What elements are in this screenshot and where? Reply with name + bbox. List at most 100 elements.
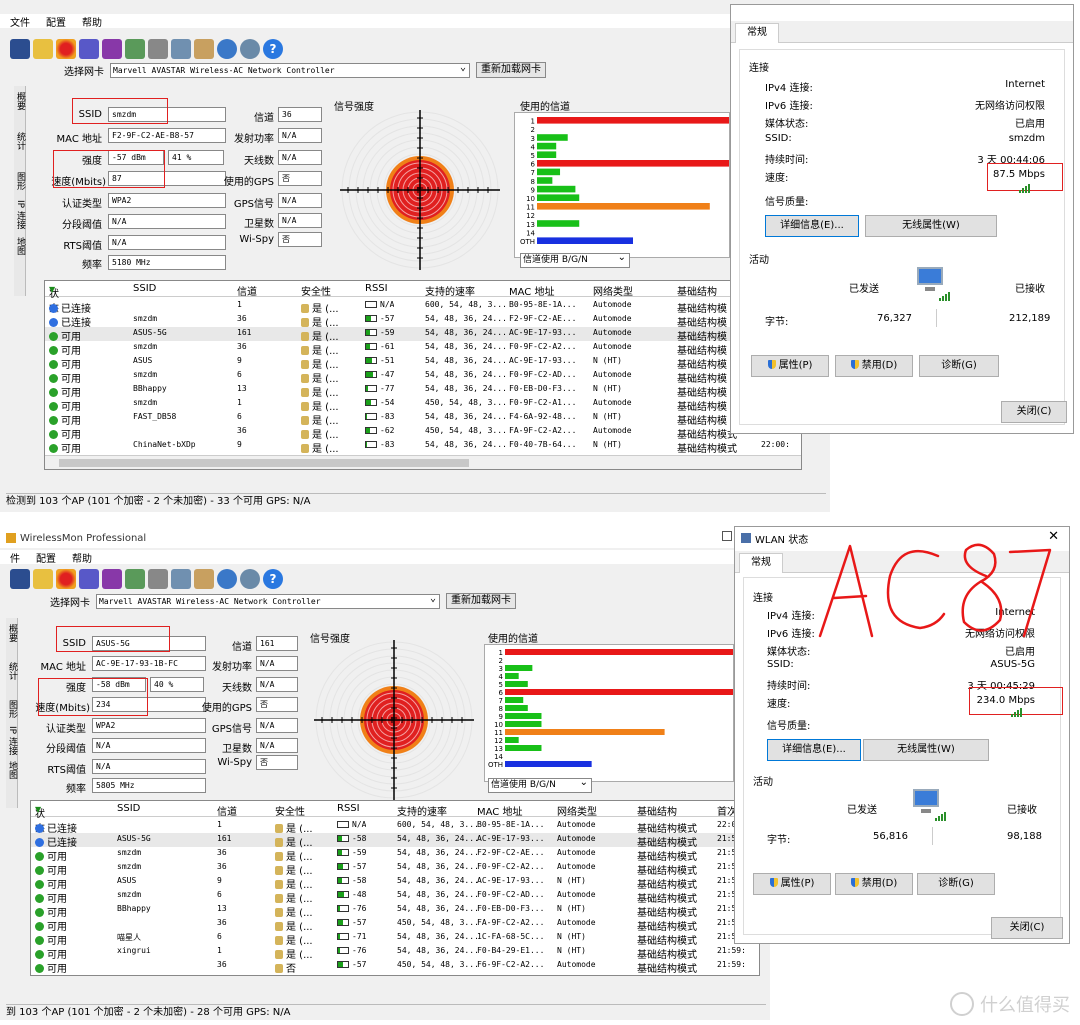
ap-row[interactable]: 已连接 1 是 (... N/A 600, 54, 48, 3... B0-95-8E-1… [45, 299, 801, 315]
diagnose-button[interactable]: 诊断(G) [917, 873, 995, 895]
globe-icon[interactable] [217, 569, 237, 589]
side-tab-summary[interactable]: 概要 [6, 624, 19, 642]
save-icon[interactable] [10, 39, 30, 59]
side-tab-map[interactable]: 地图 [14, 237, 27, 255]
record-icon[interactable] [56, 39, 76, 59]
col-rates[interactable]: 支持的速率 [397, 803, 447, 818]
globe2-icon[interactable] [240, 39, 260, 59]
col-infra[interactable]: 基础结构 [677, 283, 717, 298]
ap-row[interactable]: 可用 BBhappy 13 是 (... -77 54, 48, 36, 24... F0-… [45, 383, 801, 399]
ap-row[interactable]: 可用 FAST_DB58 6 是 (... -83 54, 48, 36, 24... F4… [45, 411, 801, 427]
ap-row[interactable]: 可用 ASUS 9 是 (... -58 54, 48, 36, 24... AC-9E-1… [31, 875, 759, 891]
record-icon[interactable] [56, 569, 76, 589]
help-icon[interactable]: ? [263, 569, 283, 589]
col-channel[interactable]: 信道 [237, 283, 257, 298]
disable-button[interactable]: 禁用(D) [835, 873, 913, 895]
ap-row[interactable]: 可用 ASUS-5G 161 是 (... -59 54, 48, 36, 24... AC… [45, 327, 801, 343]
export-icon[interactable] [125, 39, 145, 59]
ap-row[interactable]: 可用 ASUS 9 是 (... -51 54, 48, 36, 24... AC-9E-1… [45, 355, 801, 371]
maximize-icon[interactable] [722, 531, 732, 541]
reload-nic-button[interactable]: 重新加载网卡 [446, 593, 516, 609]
ap-row[interactable]: 可用 smzdm 6 是 (... -47 54, 48, 36, 24... F0-9F-… [45, 369, 801, 385]
menu-help[interactable]: 帮助 [82, 14, 102, 29]
wireless-properties-button[interactable]: 无线属性(W) [865, 215, 997, 237]
tab-general[interactable]: 常规 [739, 553, 783, 573]
col-mac[interactable]: MAC 地址 [509, 283, 554, 298]
nic-select[interactable]: Marvell AVASTAR Wireless-AC Network Cont… [110, 61, 470, 78]
col-infra[interactable]: 基础结构 [637, 803, 677, 818]
clipboard-icon[interactable] [194, 39, 214, 59]
col-rssi[interactable]: RSSI [365, 283, 388, 294]
col-security[interactable]: 安全性 [275, 803, 305, 818]
ap-row[interactable]: 可用 smzdm 6 是 (... -48 54, 48, 36, 24... F0-9F-… [31, 889, 759, 905]
col-rssi[interactable]: RSSI [337, 803, 360, 814]
clipboard-icon[interactable] [194, 569, 214, 589]
ap-row[interactable]: 可用 smzdm 36 是 (... -61 54, 48, 36, 24... F0-9F… [45, 341, 801, 357]
ap-row[interactable]: 可用 36 是 (... -62 450, 54, 48, 3... FA-9F-C2-A… [45, 425, 801, 441]
ap-row[interactable]: 可用 smzdm 1 是 (... -54 450, 54, 48, 3... F0-9F-… [45, 397, 801, 413]
channel-usage-select[interactable]: 信道使用 B/G/N [520, 251, 630, 268]
globe2-icon[interactable] [240, 569, 260, 589]
menu-help[interactable]: 帮助 [72, 550, 92, 565]
col-ssid[interactable]: SSID [133, 283, 156, 294]
ap-row[interactable]: 可用 36 否 -57 450, 54, 48, 3... F6-9F-C2-A2... A… [31, 959, 759, 975]
ap-row[interactable]: 可用 36 是 (... -57 450, 54, 48, 3... FA-9F-C2-A… [31, 917, 759, 933]
reload-nic-button[interactable]: 重新加载网卡 [476, 62, 546, 78]
side-tab-ip[interactable]: IP 连接 [6, 726, 19, 755]
side-tab-graph[interactable]: 图形 [14, 172, 27, 190]
ap-row[interactable]: 可用 xingrui 1 是 (... -76 54, 48, 36, 24... F0-B… [31, 945, 759, 961]
channel-usage-select[interactable]: 信道使用 B/G/N [488, 776, 592, 793]
details-button[interactable]: 详细信息(E)... [767, 739, 861, 761]
ap-row[interactable]: 已连接 smzdm 36 是 (... -57 54, 48, 36, 24... F2-9… [45, 313, 801, 329]
side-tab-stats[interactable]: 统计 [6, 662, 19, 680]
check-icon[interactable] [171, 39, 191, 59]
ap-row[interactable]: 可用 smzdm 36 是 (... -57 54, 48, 36, 24... F0-9F… [31, 861, 759, 877]
help-icon[interactable]: ? [263, 39, 283, 59]
side-tab-summary[interactable]: 概要 [14, 92, 27, 110]
wireless-properties-button[interactable]: 无线属性(W) [863, 739, 989, 761]
disable-button[interactable]: 禁用(D) [835, 355, 913, 377]
export-icon[interactable] [125, 569, 145, 589]
properties-button[interactable]: 属性(P) [753, 873, 831, 895]
menu-file[interactable]: 件 [10, 550, 20, 565]
network2-icon[interactable] [102, 569, 122, 589]
print-icon[interactable] [148, 569, 168, 589]
ap-row[interactable]: 可用 喵星人 6 是 (... -71 54, 48, 36, 24... 1C-FA-68… [31, 931, 759, 947]
side-tab-graph[interactable]: 图形 [6, 700, 19, 718]
tab-general[interactable]: 常规 [735, 23, 779, 43]
open-folder-icon[interactable] [33, 569, 53, 589]
top-ap-list-hscroll[interactable] [45, 455, 801, 469]
details-button[interactable]: 详细信息(E)... [765, 215, 859, 237]
globe-icon[interactable] [217, 39, 237, 59]
ap-row[interactable]: 可用 smzdm 36 是 (... -59 54, 48, 36, 24... F2-9F… [31, 847, 759, 863]
open-folder-icon[interactable] [33, 39, 53, 59]
col-type[interactable]: 网络类型 [557, 803, 597, 818]
save-icon[interactable] [10, 569, 30, 589]
ap-row[interactable]: 可用 ChinaNet-bXDp 9 是 (... -83 54, 48, 36, 24.… [45, 439, 801, 455]
menu-config[interactable]: 配置 [36, 550, 56, 565]
menu-config[interactable]: 配置 [46, 14, 66, 29]
properties-button[interactable]: 属性(P) [751, 355, 829, 377]
network2-icon[interactable] [102, 39, 122, 59]
ap-row[interactable]: 已连接 ASUS-5G 161 是 (... -58 54, 48, 36, 24... A… [31, 833, 759, 849]
col-security[interactable]: 安全性 [301, 283, 331, 298]
close-button[interactable]: 关闭(C) [991, 917, 1063, 939]
check-icon[interactable] [171, 569, 191, 589]
ap-row[interactable]: 已连接 1 是 (... N/A 600, 54, 48, 3... B0-95-8E-1… [31, 819, 759, 835]
ap-row[interactable]: 可用 BBhappy 13 是 (... -76 54, 48, 36, 24... F0-… [31, 903, 759, 919]
col-rates[interactable]: 支持的速率 [425, 283, 475, 298]
network-icon[interactable] [79, 569, 99, 589]
print-icon[interactable] [148, 39, 168, 59]
close-button[interactable]: 关闭(C) [1001, 401, 1067, 423]
side-tab-stats[interactable]: 统计 [14, 132, 27, 150]
side-tab-ip[interactable]: IP 连接 [14, 200, 27, 229]
col-channel[interactable]: 信道 [217, 803, 237, 818]
side-tab-map[interactable]: 地图 [6, 761, 19, 779]
network-icon[interactable] [79, 39, 99, 59]
menu-file[interactable]: 文件 [10, 14, 30, 29]
nic-select[interactable]: Marvell AVASTAR Wireless-AC Network Cont… [96, 592, 440, 609]
diagnose-button[interactable]: 诊断(G) [919, 355, 999, 377]
col-ssid[interactable]: SSID [117, 803, 140, 814]
col-type[interactable]: 网络类型 [593, 283, 633, 298]
col-mac[interactable]: MAC 地址 [477, 803, 522, 818]
